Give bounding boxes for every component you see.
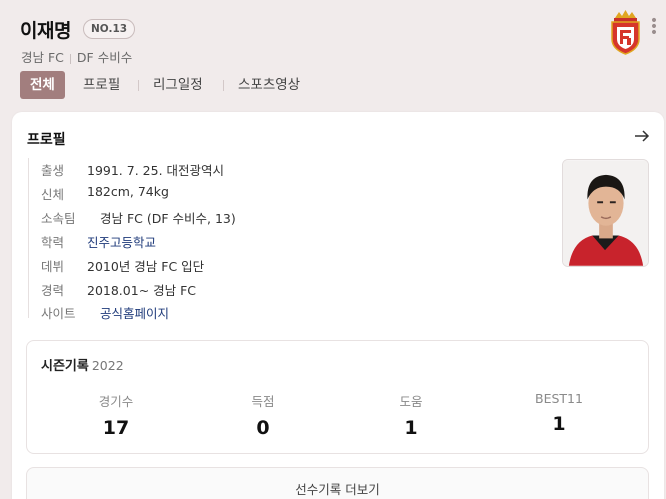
tab-all[interactable]: 전체 bbox=[20, 71, 65, 99]
row-value: 182cm, 74kg bbox=[87, 184, 169, 199]
more-menu-button[interactable]: • • • bbox=[649, 14, 659, 41]
row-key: 신체 bbox=[41, 187, 65, 202]
row-value: 1991. 7. 25. 대전광역시 bbox=[87, 163, 225, 178]
row-key: 출생 bbox=[41, 163, 65, 178]
stat-value: 0 bbox=[256, 417, 270, 439]
season-title: 시즌기록 2022 bbox=[41, 355, 124, 374]
profile-card: 프로필 출생 1991. 7. 25. 대전광역시 신체 182cm, 74kg… bbox=[12, 112, 664, 499]
player-header: 이재명 NO.13 경남 FC DF 수비수 • • • 전체 프로필 리그일정 … bbox=[0, 0, 666, 110]
season-label: 시즌기록 bbox=[41, 359, 89, 374]
school-link[interactable]: 진주고등학교 bbox=[87, 232, 156, 251]
tab-divider bbox=[223, 80, 224, 91]
stat-label: 득점 bbox=[251, 394, 275, 409]
dot-icon: • bbox=[649, 25, 659, 41]
row-value: 2018.01~ 경남 FC bbox=[87, 283, 197, 298]
stat-goals: 득점 0 bbox=[203, 391, 323, 439]
player-name: 이재명 bbox=[20, 20, 71, 42]
row-key: 사이트 bbox=[41, 306, 76, 321]
stat-games: 경기수 17 bbox=[56, 391, 176, 439]
arrow-right-icon[interactable] bbox=[632, 126, 652, 146]
divider bbox=[69, 53, 71, 64]
season-year: 2022 bbox=[91, 358, 124, 373]
tab-divider bbox=[138, 80, 139, 91]
more-records-button[interactable]: 선수기록 더보기 bbox=[26, 467, 649, 499]
player-position: DF 수비수 bbox=[76, 50, 133, 65]
row-key: 경력 bbox=[41, 283, 65, 298]
official-homepage-link[interactable]: 공식홈페이지 bbox=[100, 303, 169, 322]
stat-assists: 도움 1 bbox=[351, 391, 471, 439]
profile-title: 프로필 bbox=[27, 132, 66, 148]
info-divider bbox=[28, 158, 29, 318]
row-key: 데뷔 bbox=[41, 259, 65, 274]
player-number-badge: NO.13 bbox=[83, 19, 136, 39]
row-value: 2010년 경남 FC 입단 bbox=[87, 259, 205, 274]
player-subinfo: 경남 FC DF 수비수 bbox=[21, 47, 132, 66]
player-team[interactable]: 경남 FC bbox=[21, 50, 64, 65]
stat-label: 도움 bbox=[399, 394, 423, 409]
stat-value: 17 bbox=[102, 417, 130, 439]
player-photo bbox=[562, 159, 649, 267]
tab-sports-video[interactable]: 스포츠영상 bbox=[238, 71, 300, 99]
tab-league-schedule[interactable]: 리그일정 bbox=[153, 71, 203, 99]
stat-value: 1 bbox=[404, 417, 418, 439]
season-record-box: 시즌기록 2022 경기수 17 득점 0 도움 1 BEST11 1 bbox=[26, 340, 649, 454]
stat-label: 경기수 bbox=[98, 394, 134, 409]
stat-value: 1 bbox=[552, 413, 566, 435]
tab-profile[interactable]: 프로필 bbox=[83, 71, 120, 99]
row-key: 학력 bbox=[41, 235, 65, 250]
stat-best11: BEST11 1 bbox=[499, 391, 619, 435]
team-logo-icon[interactable] bbox=[609, 9, 642, 55]
row-key: 소속팀 bbox=[41, 211, 76, 226]
stat-label: BEST11 bbox=[535, 391, 583, 406]
row-value: 경남 FC (DF 수비수, 13) bbox=[100, 211, 236, 226]
